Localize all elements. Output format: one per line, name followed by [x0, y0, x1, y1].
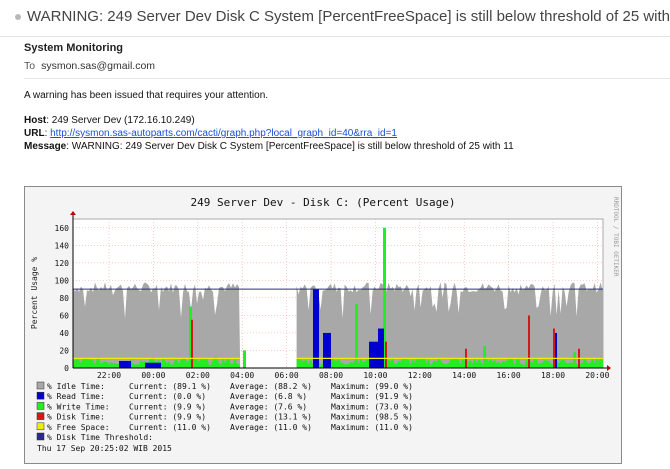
url-line: URL: http://sysmon.sas-autoparts.com/cac…: [24, 128, 397, 139]
write-time-spike: [483, 346, 486, 368]
legend-swatch: [36, 432, 45, 441]
y-tick-label: 160: [55, 224, 70, 233]
host-line: Host: 249 Server Dev (172.16.10.249): [24, 115, 195, 126]
disk-time-spike: [528, 315, 530, 368]
legend-current: Current: (11.0 %): [129, 423, 211, 432]
x-tick-label: 08:00: [319, 371, 343, 380]
legend-current: Current: (89.1 %): [129, 382, 211, 391]
legend-swatch: [36, 402, 45, 410]
recipient-line: To sysmon.sas@gmail.com: [24, 60, 155, 72]
host-label: Host: [24, 115, 47, 126]
y-tick-label: 140: [55, 241, 70, 250]
legend-swatch: [36, 391, 45, 400]
legend-average: Average: (88.2 %): [230, 382, 312, 391]
y-tick-label: 60: [59, 311, 69, 320]
y-tick-label: 100: [55, 276, 70, 285]
message-value: : WARNING: 249 Server Dev Disk C System …: [66, 141, 514, 152]
intro-text: A warning has been issued that requires …: [24, 90, 269, 101]
graph-link[interactable]: http://sysmon.sas-autoparts.com/cacti/gr…: [50, 128, 397, 139]
email-subject: WARNING: 249 Server Dev Disk C System [P…: [27, 8, 670, 25]
url-label: URL: [24, 128, 45, 139]
read-time-block: [313, 289, 319, 368]
legend-series-name: % Free Space:: [47, 423, 110, 432]
x-tick-label: 20:00: [585, 371, 609, 380]
write-time-spike: [573, 352, 576, 368]
x-tick-label: 18:00: [541, 371, 565, 380]
legend-average: Average: (7.6 %): [230, 402, 307, 411]
cacti-graph: 249 Server Dev - Disk C: (Percent Usage)…: [24, 186, 622, 464]
header-divider: [24, 78, 670, 79]
legend-current: Current: (9.9 %): [129, 413, 206, 422]
recipient-address[interactable]: sysmon.sas@gmail.com: [41, 60, 155, 72]
legend-current: Current: (0.0 %): [129, 392, 206, 401]
x-tick-label: 06:00: [275, 371, 299, 380]
y-tick-label: 20: [59, 346, 69, 355]
legend-maximum: Maximum: (99.0 %): [331, 382, 413, 391]
legend-average: Average: (6.8 %): [230, 392, 307, 401]
x-tick-label: 02:00: [186, 371, 210, 380]
disk-time-spike: [553, 328, 555, 368]
to-label: To: [24, 60, 36, 72]
legend-current: Current: (9.9 %): [129, 402, 206, 411]
y-tick-label: 120: [55, 259, 70, 268]
graph-svg: 249 Server Dev - Disk C: (Percent Usage)…: [25, 187, 621, 463]
x-tick-label: 00:00: [141, 371, 165, 380]
legend-swatch: [36, 422, 45, 431]
unread-dot-icon: [15, 14, 21, 20]
legend-average: Average: (13.1 %): [230, 413, 312, 422]
y-tick-label: 0: [64, 364, 69, 373]
y-tick-label: 80: [59, 294, 69, 303]
message-line: Message: WARNING: 249 Server Dev Disk C …: [24, 141, 514, 152]
legend-maximum: Maximum: (98.5 %): [331, 413, 413, 422]
legend-series-name: % Disk Time Threshold:: [47, 433, 153, 442]
x-tick-label: 04:00: [230, 371, 254, 380]
sender-name[interactable]: System Monitoring: [24, 42, 123, 54]
read-time-block: [323, 332, 331, 368]
legend-series-name: % Read Time:: [47, 392, 105, 401]
x-tick-label: 12:00: [408, 371, 432, 380]
legend-series-name: % Idle Time:: [47, 382, 105, 391]
legend-series-name: % Write Time:: [47, 402, 110, 411]
read-time-block: [119, 360, 131, 368]
host-value: : 249 Server Dev (172.16.10.249): [46, 115, 195, 126]
x-tick-label: 14:00: [452, 371, 476, 380]
legend-maximum: Maximum: (73.0 %): [331, 402, 413, 411]
rrdtool-watermark: RRDTOOL / TOBI OETIKER: [612, 197, 619, 277]
disk-time-spike: [191, 319, 193, 368]
y-tick-label: 40: [59, 329, 69, 338]
legend-series-name: % Disk Time:: [47, 413, 105, 422]
legend-swatch: [36, 412, 45, 420]
email-subject-bar: WARNING: 249 Server Dev Disk C System [P…: [0, 0, 670, 37]
read-time-block: [378, 328, 384, 368]
x-tick-label: 16:00: [497, 371, 521, 380]
legend-maximum: Maximum: (11.0 %): [331, 423, 413, 432]
legend-swatch: [36, 381, 45, 390]
read-time-block: [145, 362, 161, 368]
legend-average: Average: (11.0 %): [230, 423, 312, 432]
y-axis-label: Percent Usage %: [30, 257, 39, 329]
x-tick-label: 10:00: [363, 371, 387, 380]
legend-maximum: Maximum: (91.9 %): [331, 392, 413, 401]
graph-timestamp: Thu 17 Sep 20:25:02 WIB 2015: [37, 444, 172, 453]
message-label: Message: [24, 141, 67, 152]
chart-title: 249 Server Dev - Disk C: (Percent Usage): [191, 196, 456, 209]
disk-time-spike: [385, 341, 387, 368]
write-time-spike: [243, 350, 246, 368]
x-tick-label: 22:00: [97, 371, 121, 380]
